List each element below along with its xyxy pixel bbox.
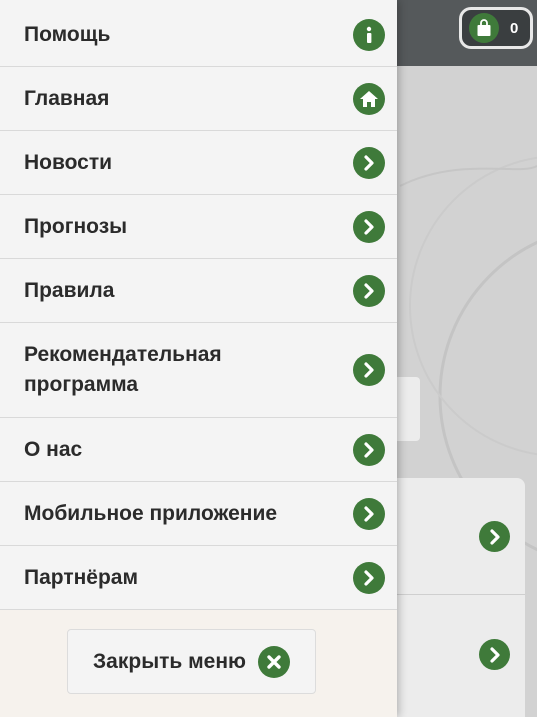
menu-item-label: Прогнозы — [24, 214, 128, 238]
close-icon — [257, 645, 290, 678]
home-icon — [353, 82, 385, 115]
cart-button[interactable]: 0 — [459, 7, 533, 49]
menu-item-news[interactable]: Новости — [0, 131, 397, 195]
menu-item-label: Помощь — [24, 22, 111, 46]
menu-item-label: Главная — [24, 86, 110, 110]
menu-item-label: О нас — [24, 437, 83, 461]
menu-footer: Закрыть меню — [0, 610, 397, 717]
menu-item-mobile-app[interactable]: Мобильное приложение — [0, 482, 397, 546]
menu-list: Помощь Главная Новости Прогнозы Правила … — [0, 3, 397, 610]
menu-item-about[interactable]: О нас — [0, 418, 397, 482]
menu-item-label: Мобильное приложение — [24, 501, 278, 525]
menu-item-partners[interactable]: Партнёрам — [0, 546, 397, 610]
background-panel — [395, 377, 420, 441]
shopping-bag-icon — [469, 13, 499, 43]
chevron-right-icon — [353, 433, 385, 466]
chevron-right-icon — [353, 210, 385, 243]
chevron-right-icon — [353, 354, 385, 386]
info-icon — [353, 18, 385, 51]
cart-count: 0 — [510, 19, 519, 37]
menu-item-rules[interactable]: Правила — [0, 259, 397, 323]
menu-item-referral-program[interactable]: Рекомендательная программа — [0, 323, 397, 418]
menu-item-label: Правила — [24, 278, 115, 302]
menu-item-label: Новости — [24, 150, 113, 174]
chevron-right-icon[interactable] — [479, 521, 510, 552]
background-card — [392, 478, 525, 717]
chevron-right-icon — [353, 146, 385, 179]
card-divider — [392, 594, 525, 595]
menu-item-help[interactable]: Помощь — [0, 3, 397, 67]
side-menu: Помощь Главная Новости Прогнозы Правила … — [0, 0, 397, 717]
chevron-right-icon — [353, 274, 385, 307]
chevron-right-icon[interactable] — [479, 639, 510, 670]
menu-item-label: Партнёрам — [24, 565, 139, 589]
chevron-right-icon — [353, 497, 385, 530]
chevron-right-icon — [353, 561, 385, 594]
menu-item-label: Рекомендательная программа — [24, 343, 222, 396]
menu-item-home[interactable]: Главная — [0, 67, 397, 131]
menu-item-forecasts[interactable]: Прогнозы — [0, 195, 397, 259]
close-menu-label: Закрыть меню — [93, 649, 246, 673]
close-menu-button[interactable]: Закрыть меню — [67, 629, 316, 694]
